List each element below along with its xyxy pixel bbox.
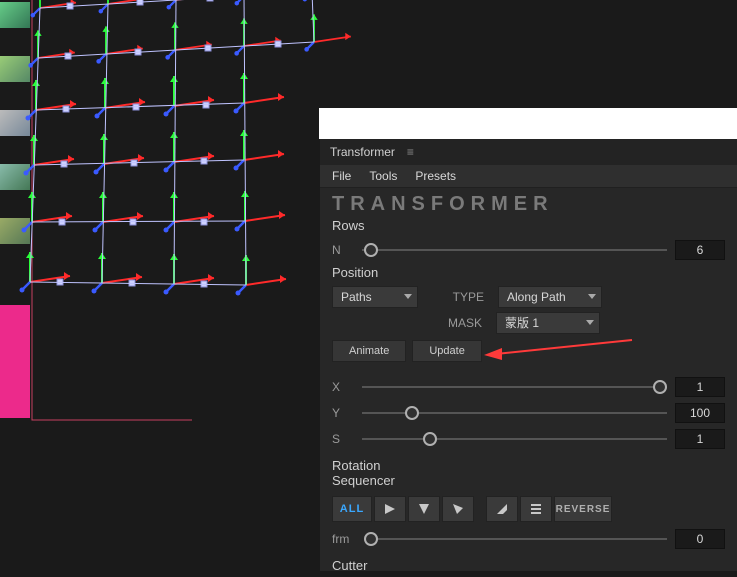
panel-title: Transformer — [330, 145, 395, 159]
rows-n-slider[interactable] — [362, 242, 667, 258]
frm-value[interactable]: 0 — [675, 529, 725, 549]
panel-menu-icon[interactable]: ≡ — [407, 145, 414, 159]
sequencer-lines-button[interactable] — [520, 496, 552, 522]
sequencer-down-button[interactable] — [408, 496, 440, 522]
lines-icon — [529, 502, 543, 516]
arrow-down-icon — [417, 502, 431, 516]
s-value[interactable]: 1 — [675, 429, 725, 449]
shuffle-icon — [495, 502, 509, 516]
sequencer-reverse-button[interactable]: REVERSE — [554, 496, 612, 522]
panel-title-bar: Transformer ≡ — [320, 139, 737, 165]
rows-n-value[interactable]: 6 — [675, 240, 725, 260]
x-slider[interactable] — [362, 379, 667, 395]
animate-button[interactable]: Animate — [332, 340, 406, 362]
type-label: TYPE — [432, 290, 484, 304]
arrow-right-icon — [383, 502, 397, 516]
sequencer-heading: Sequencer — [320, 473, 737, 492]
y-label: Y — [332, 406, 354, 420]
mask-label: MASK — [430, 316, 482, 330]
y-value[interactable]: 100 — [675, 403, 725, 423]
menu-presets[interactable]: Presets — [415, 169, 456, 183]
frm-label: frm — [332, 532, 356, 546]
sequencer-all-button[interactable]: ALL — [332, 496, 372, 522]
frm-slider[interactable] — [364, 531, 667, 547]
mask-dropdown[interactable]: 蒙版 1 — [496, 312, 600, 334]
menu-file[interactable]: File — [332, 169, 351, 183]
transformer-logo: TRANSFORMER — [320, 188, 737, 216]
arrow-diag-icon — [451, 502, 465, 516]
rows-heading: Rows — [320, 216, 737, 237]
x-value[interactable]: 1 — [675, 377, 725, 397]
s-label: S — [332, 432, 354, 446]
sequencer-diag-button[interactable] — [442, 496, 474, 522]
window-top-strip — [319, 108, 737, 139]
x-label: X — [332, 380, 354, 394]
type-dropdown[interactable]: Along Path — [498, 286, 602, 308]
update-button[interactable]: Update — [412, 340, 481, 362]
s-slider[interactable] — [362, 431, 667, 447]
paths-dropdown[interactable]: Paths — [332, 286, 418, 308]
position-heading: Position — [320, 263, 737, 284]
rotation-heading: Rotation — [320, 452, 737, 473]
panel-menu-bar: File Tools Presets — [320, 165, 737, 188]
y-slider[interactable] — [362, 405, 667, 421]
sequencer-shuffle-button[interactable] — [486, 496, 518, 522]
sequencer-right-button[interactable] — [374, 496, 406, 522]
cutter-heading: Cutter — [320, 552, 737, 577]
menu-tools[interactable]: Tools — [369, 169, 397, 183]
rows-n-label: N — [332, 243, 354, 257]
transformer-panel: Transformer ≡ File Tools Presets TRANSFO… — [320, 139, 737, 571]
